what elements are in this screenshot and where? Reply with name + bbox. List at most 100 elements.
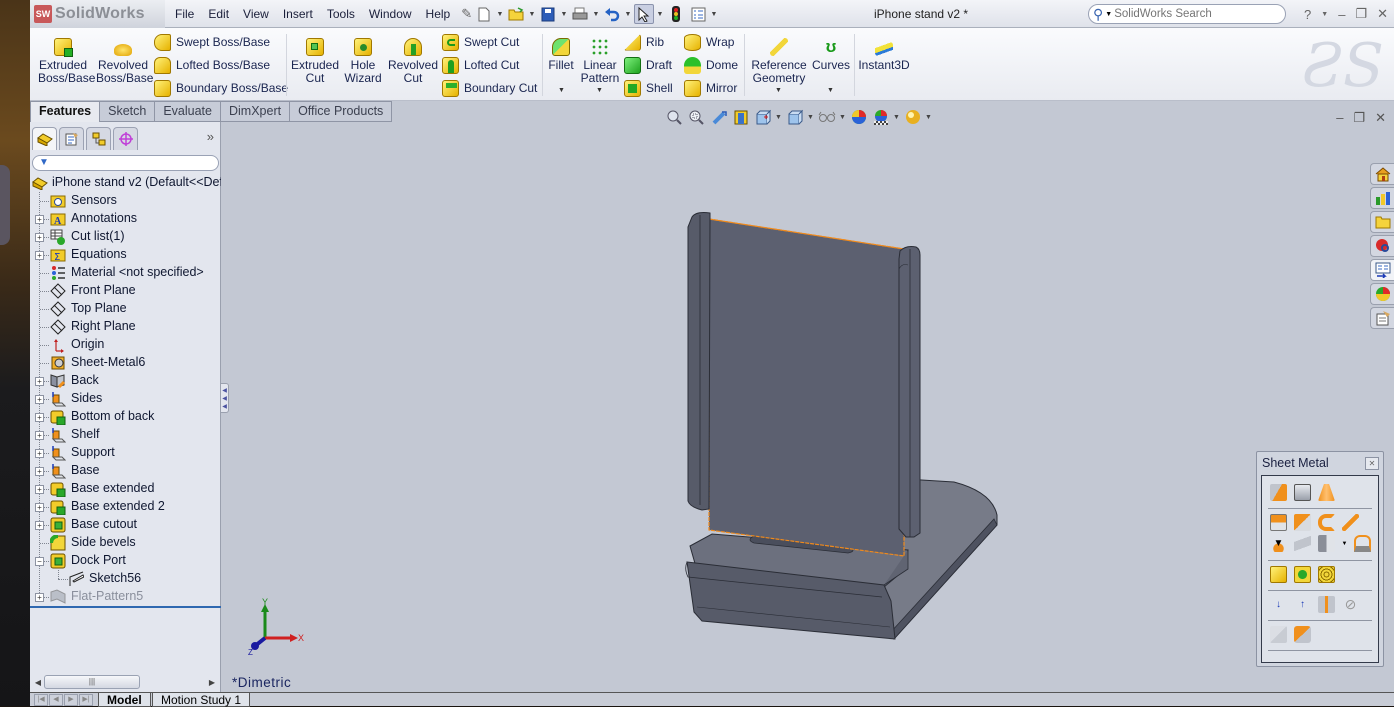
expand-toggle[interactable]: + [35, 431, 44, 440]
hem-icon[interactable] [1318, 514, 1335, 531]
help-button[interactable]: ? [1304, 7, 1311, 22]
tree-item-bottom-of-back[interactable]: + Bottom of back [30, 408, 221, 426]
tree-item-shelf[interactable]: + Shelf [30, 426, 221, 444]
linear-pattern-button[interactable]: Linear Pattern [580, 38, 620, 85]
mirror-button[interactable]: Mirror [684, 78, 737, 98]
menu-insert[interactable]: Insert [276, 0, 320, 28]
fold-icon[interactable]: ↑ [1294, 596, 1311, 613]
tab-evaluate[interactable]: Evaluate [155, 101, 221, 122]
search-input[interactable] [1114, 8, 1275, 20]
collapse-toggle[interactable]: − [35, 557, 44, 566]
corner-dropdown[interactable]: ▼ [1342, 535, 1348, 552]
tree-item-cut-list-1[interactable]: + Cut list(1) [30, 228, 221, 246]
configuration-manager-tab[interactable] [86, 127, 111, 150]
tree-item-back[interactable]: + Back [30, 372, 221, 390]
hide-show-items-icon[interactable] [817, 108, 836, 127]
menu-edit[interactable]: Edit [201, 0, 236, 28]
tree-item-sketch56[interactable]: Sketch56 [30, 570, 221, 588]
scroll-right-arrow[interactable]: ▶ [206, 678, 218, 687]
file-explorer-tab[interactable] [1370, 211, 1394, 233]
next-tab-button[interactable]: ▶ [64, 694, 78, 706]
minimize-button[interactable]: – [1338, 7, 1345, 22]
options-dropdown[interactable]: ▼ [710, 4, 718, 24]
tree-item-dock-port[interactable]: − Dock Port [30, 552, 221, 570]
view-palette-tab[interactable] [1370, 259, 1394, 281]
vent-icon[interactable] [1318, 566, 1335, 583]
lofted-boss-button[interactable]: Lofted Boss/Base [154, 55, 270, 75]
expand-toggle[interactable]: + [35, 395, 44, 404]
tree-filter[interactable]: ▼ [32, 155, 219, 171]
tree-item-side-bevels[interactable]: Side bevels [30, 534, 221, 552]
tree-item-right-plane[interactable]: Right Plane [30, 318, 221, 336]
tree-item-equations[interactable]: + Σ Equations [30, 246, 221, 264]
wrap-button[interactable]: Wrap [684, 32, 734, 52]
lofted-bend-icon[interactable] [1318, 484, 1335, 501]
solidworks-search[interactable]: ⚲ ▼ [1088, 4, 1286, 24]
draft-button[interactable]: Draft [624, 55, 672, 75]
expand-toggle[interactable]: + [35, 413, 44, 422]
property-manager-tab[interactable] [59, 127, 84, 150]
revolved-cut-button[interactable]: Revolved Cut [388, 38, 438, 85]
select-pointer-icon[interactable] [634, 4, 654, 24]
dome-button[interactable]: Dome [684, 55, 738, 75]
view-settings-icon[interactable] [903, 108, 922, 127]
close-button[interactable]: ✕ [1377, 6, 1388, 22]
display-style-icon[interactable] [785, 108, 804, 127]
undo-icon[interactable] [602, 4, 622, 24]
convert-to-sheet-metal-icon[interactable] [1294, 484, 1311, 501]
new-document-icon[interactable] [474, 4, 494, 24]
tree-item-sensors[interactable]: Sensors [30, 192, 221, 210]
tree-item-sides[interactable]: + Sides [30, 390, 221, 408]
doc-close-button[interactable]: ✕ [1375, 110, 1386, 126]
extruded-cut-sm-icon[interactable] [1270, 566, 1287, 583]
tab-features[interactable]: Features [30, 101, 101, 122]
first-tab-button[interactable]: |◀ [34, 694, 48, 706]
insert-bends-icon[interactable] [1294, 626, 1311, 643]
tree-item-top-plane[interactable]: Top Plane [30, 300, 221, 318]
jog-icon[interactable] [1342, 514, 1359, 531]
expand-toggle[interactable]: + [35, 485, 44, 494]
reference-geometry-button[interactable]: Reference Geometry [748, 38, 810, 85]
undo-dropdown[interactable]: ▼ [624, 4, 632, 24]
rip-icon[interactable] [1270, 626, 1287, 643]
curves-dropdown[interactable]: ▼ [827, 87, 834, 94]
menu-help[interactable]: Help [419, 0, 458, 28]
sketched-bend-icon[interactable]: ▼ [1270, 535, 1287, 552]
expand-toggle[interactable]: + [35, 521, 44, 530]
revolved-boss-button[interactable]: Revolved Boss/Base [96, 38, 153, 85]
cross-break-icon[interactable] [1294, 535, 1311, 552]
boundary-cut-button[interactable]: Boundary Cut [442, 78, 537, 98]
previous-view-icon[interactable] [709, 108, 728, 127]
search-dropdown-icon[interactable]: ▼ [1105, 11, 1112, 18]
expand-toggle[interactable]: + [35, 593, 44, 602]
extruded-boss-button[interactable]: Extruded Boss/Base [38, 38, 95, 85]
view-settings-dropdown[interactable]: ▼ [925, 114, 932, 121]
swept-boss-button[interactable]: Swept Boss/Base [154, 32, 270, 52]
base-flange-icon[interactable] [1270, 484, 1287, 501]
fillet-button[interactable]: Fillet [546, 38, 576, 72]
hide-show-dropdown[interactable]: ▼ [839, 114, 846, 121]
expand-toggle[interactable]: + [35, 233, 44, 242]
tree-item-base-cutout[interactable]: + Base cutout [30, 516, 221, 534]
custom-properties-tab[interactable] [1370, 307, 1394, 329]
horizontal-scrollbar[interactable]: ◀ ||| ▶ [32, 674, 218, 690]
edit-appearance-icon[interactable] [849, 108, 868, 127]
tree-item-flat-pattern5[interactable]: + Flat-Pattern5 [30, 588, 221, 606]
shell-button[interactable]: Shell [624, 78, 673, 98]
design-library-tab[interactable] [1370, 187, 1394, 209]
reference-geometry-dropdown[interactable]: ▼ [775, 87, 782, 94]
expand-panel-icon[interactable]: » [207, 129, 214, 144]
tree-item-base-extended-2[interactable]: + Base extended 2 [30, 498, 221, 516]
doc-minimize-button[interactable]: – [1336, 110, 1343, 126]
tree-item-origin[interactable]: Origin [30, 336, 221, 354]
rebuild-icon[interactable] [666, 4, 686, 24]
print-icon[interactable] [570, 4, 590, 24]
display-style-dropdown[interactable]: ▼ [807, 114, 814, 121]
solidworks-logo[interactable]: SW SolidWorks [30, 0, 165, 28]
expand-toggle[interactable]: + [35, 251, 44, 260]
zoom-to-fit-icon[interactable] [665, 108, 684, 127]
menu-tools[interactable]: Tools [320, 0, 362, 28]
solidworks-resources-tab[interactable] [1370, 163, 1394, 185]
rib-button[interactable]: Rib [624, 32, 664, 52]
expand-toggle[interactable]: + [35, 449, 44, 458]
